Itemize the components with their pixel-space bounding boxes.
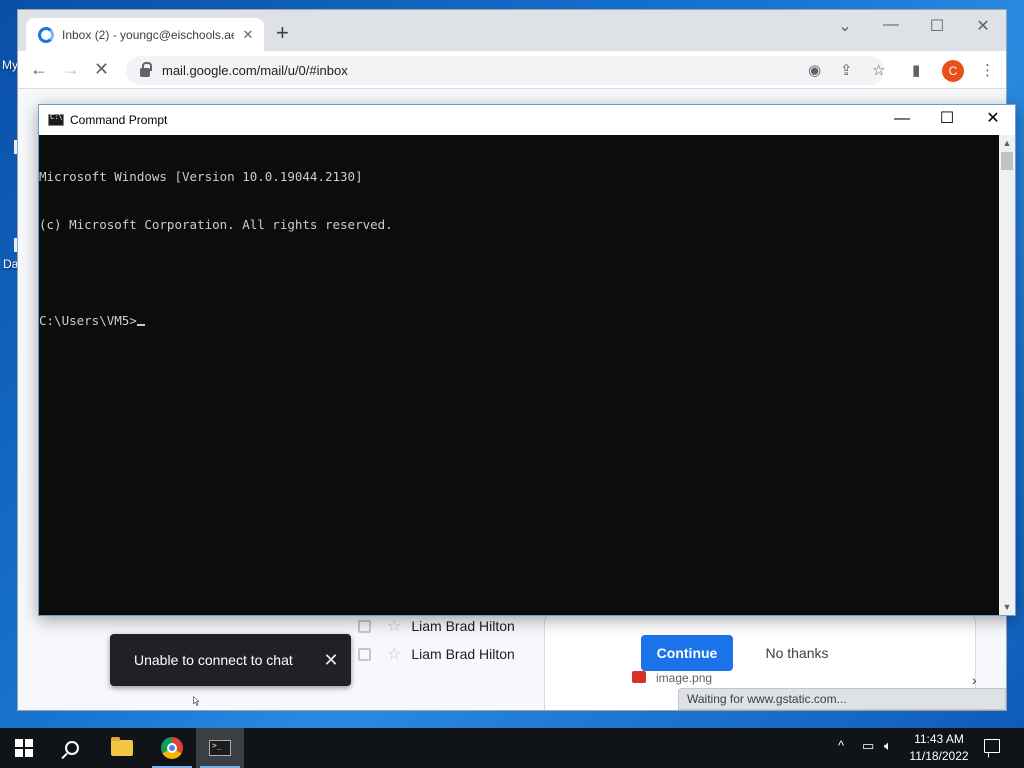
scroll-thumb[interactable] — [1001, 152, 1013, 170]
clock-date: 11/18/2022 — [909, 749, 969, 763]
attachment-name: image.png — [656, 671, 713, 685]
search-icon — [65, 741, 79, 755]
tab-strip: Inbox (2) - youngc@eischools.ae ✕ + ⌄ — … — [18, 10, 1006, 51]
star-icon[interactable]: ☆ — [387, 644, 401, 664]
url-text[interactable]: mail.google.com/mail/u/0/#inbox — [162, 63, 348, 78]
console-line: Microsoft Windows [Version 10.0.19044.21… — [39, 169, 363, 184]
row-checkbox[interactable] — [358, 647, 371, 661]
side-panel-icon[interactable]: ▮ — [912, 61, 920, 79]
console-output[interactable]: Microsoft Windows [Version 10.0.19044.21… — [39, 135, 999, 615]
row-checkbox[interactable] — [358, 619, 371, 633]
back-button[interactable]: ← — [30, 59, 48, 79]
list-item[interactable]: ☆ Liam Brad Hilton — [358, 640, 558, 668]
menu-kebab-icon[interactable]: ⋮ — [980, 61, 995, 79]
stop-loading-button[interactable]: ✕ — [94, 59, 109, 79]
new-tab-button[interactable]: + — [276, 22, 289, 44]
eye-icon[interactable]: ◉ — [808, 61, 821, 79]
tab-close-icon[interactable]: ✕ — [240, 27, 256, 43]
start-button[interactable] — [0, 728, 48, 768]
tab-title: Inbox (2) - youngc@eischools.ae — [62, 27, 234, 42]
lock-icon[interactable] — [140, 62, 152, 77]
cmd-icon — [209, 740, 231, 756]
network-icon[interactable]: ▭ — [862, 738, 874, 754]
share-icon[interactable]: ⇪ — [840, 61, 853, 79]
tab-inbox[interactable]: Inbox (2) - youngc@eischools.ae ✕ — [26, 18, 264, 51]
desktop-icon-label[interactable]: Da — [3, 257, 18, 271]
status-bubble: Waiting for www.gstatic.com... — [678, 688, 1006, 710]
minimize-button[interactable]: — — [876, 16, 906, 34]
sender-name: Liam Brad Hilton — [411, 618, 515, 634]
taskbar-file-explorer[interactable] — [98, 728, 146, 768]
close-window-button[interactable]: ✕ — [968, 16, 998, 36]
system-clock[interactable]: 11:43 AM 11/18/2022 — [900, 731, 978, 765]
command-prompt-window: Command Prompt — ☐ ✕ Microsoft Windows [… — [38, 104, 1016, 616]
clock-time: 11:43 AM — [914, 732, 964, 746]
cmd-close-button[interactable]: ✕ — [978, 109, 1008, 129]
chevron-right-icon[interactable]: › — [972, 672, 977, 688]
list-item[interactable]: ☆ Liam Brad Hilton — [358, 612, 558, 640]
bookmark-star-icon[interactable]: ☆ — [872, 61, 885, 79]
cmd-title-bar[interactable]: Command Prompt — ☐ ✕ — [39, 105, 1015, 135]
chat-error-snackbar: Unable to connect to chat ✕ — [110, 634, 351, 686]
desktop-icon-label[interactable]: My — [2, 58, 18, 72]
continue-button[interactable]: Continue — [641, 635, 733, 671]
cmd-maximize-button[interactable]: ☐ — [932, 109, 962, 129]
profile-avatar[interactable]: C — [942, 60, 964, 82]
taskbar-chrome[interactable] — [148, 728, 196, 768]
scroll-down-icon[interactable]: ▼ — [999, 599, 1015, 615]
close-icon[interactable]: ✕ — [311, 650, 351, 671]
volume-icon[interactable]: 🔈︎ — [884, 738, 892, 754]
cmd-window-title: Command Prompt — [70, 113, 168, 127]
search-button[interactable] — [48, 728, 96, 768]
chevron-up-icon[interactable]: ^ — [838, 738, 844, 753]
star-icon[interactable]: ☆ — [387, 616, 401, 636]
sender-name: Liam Brad Hilton — [411, 646, 515, 662]
browser-toolbar: ← → ✕ mail.google.com/mail/u/0/#inbox ◉ … — [18, 51, 1006, 89]
text-cursor — [136, 324, 145, 326]
console-prompt-line[interactable]: C:\Users\VM5> — [39, 313, 999, 329]
notifications-icon[interactable] — [984, 739, 1000, 753]
cmd-scrollbar[interactable]: ▲ ▼ — [999, 135, 1015, 615]
snackbar-message: Unable to connect to chat — [134, 652, 293, 668]
maximize-button[interactable]: ☐ — [922, 16, 952, 36]
address-bar[interactable]: mail.google.com/mail/u/0/#inbox — [126, 56, 884, 85]
windows-logo-icon — [15, 739, 33, 757]
image-file-icon — [632, 671, 646, 683]
console-prompt: C:\Users\VM5> — [39, 313, 137, 328]
mouse-cursor-icon — [193, 695, 200, 706]
folder-icon — [111, 737, 133, 756]
no-thanks-button[interactable]: No thanks — [751, 635, 843, 671]
chrome-icon — [161, 737, 183, 759]
attachment-chip[interactable]: image.png — [632, 671, 712, 685]
loading-favicon-icon — [38, 26, 54, 43]
cmd-minimize-button[interactable]: — — [887, 109, 917, 129]
forward-button[interactable]: → — [62, 59, 80, 79]
cmd-app-icon[interactable] — [48, 113, 64, 126]
taskbar: ^ ▭ 🔈︎ 11:43 AM 11/18/2022 — [0, 728, 1024, 768]
taskbar-command-prompt[interactable] — [196, 728, 244, 768]
scroll-up-icon[interactable]: ▲ — [999, 135, 1015, 151]
console-line: (c) Microsoft Corporation. All rights re… — [39, 217, 393, 232]
tab-search-icon[interactable]: ⌄ — [830, 16, 860, 36]
